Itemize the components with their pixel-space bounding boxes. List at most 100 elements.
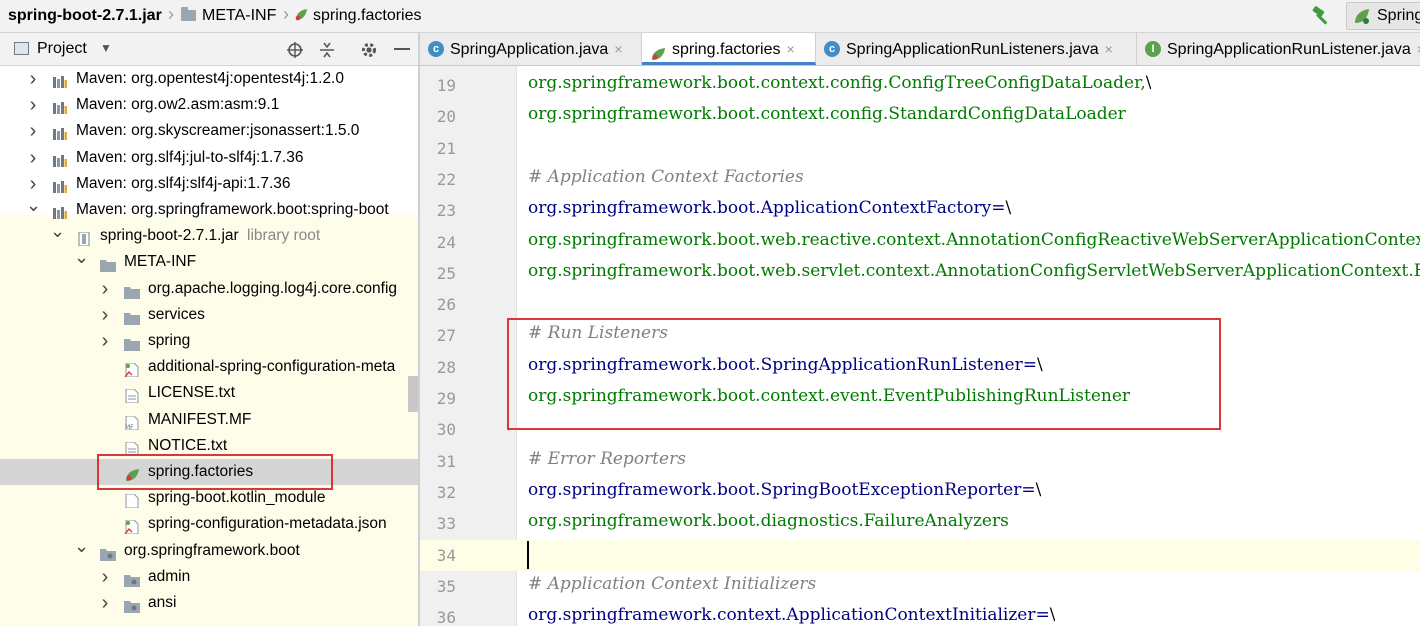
package-icon [124,570,140,587]
locate-target-icon[interactable] [286,41,304,59]
tree-item[interactable]: › Maven: org.opentest4j:opentest4j:1.2.0 [0,66,418,92]
property-value: org.springframework.boot.diagnostics.Fai… [528,511,1009,531]
tree-item[interactable]: › org.apache.logging.log4j.core.config [0,276,418,302]
editor-tab[interactable]: c SpringApplicationRunListeners.java × [816,33,1137,65]
class-icon: c [428,41,444,57]
package-icon [124,596,140,613]
jar-icon [76,229,92,247]
interface-icon: I [1145,41,1161,57]
tree-item[interactable]: ⌄ META-INF [0,247,418,275]
code-text: org.springframework.boot.web.reactive.co… [528,229,1420,250]
project-tree: › Maven: org.opentest4j:opentest4j:1.2.0 ›… [0,66,418,626]
tree-item[interactable]: › admin [0,564,418,590]
line-number: 32 [436,482,456,502]
property-value: org.springframework.boot.context.config.… [528,104,1126,124]
line-number: 24 [436,232,456,252]
tree-item-label: org.apache.logging.log4j.core.config [148,279,398,297]
tree-item[interactable]: › Maven: org.skyscreamer:jsonassert:1.5.0 [0,118,418,144]
build-hammer-icon[interactable] [1310,4,1334,28]
editor-tab[interactable]: ISpringApplicationRunListener.java× [1137,33,1420,65]
tree-item[interactable]: › Maven: org.slf4j:slf4j-api:1.7.36 [0,171,418,197]
breadcrumb-separator: › [168,4,174,24]
chevron-right-icon[interactable]: › [98,590,112,616]
chevron-right-icon[interactable]: › [98,564,112,590]
manifest-file-icon: MF [124,413,140,431]
editor-tab[interactable]: c SpringApplication.java × [420,33,642,65]
tree-item-label: spring-configuration-metadata.json [148,515,387,533]
code-text: # Error Reporters [528,448,686,469]
chevron-right-icon[interactable]: › [26,118,40,144]
tree-item-label: additional-spring-configuration-meta [148,358,396,376]
chevron-down-icon[interactable]: ⌄ [50,218,65,244]
close-icon[interactable]: × [614,41,622,57]
gear-icon[interactable] [360,41,378,59]
chevron-right-icon[interactable]: › [98,328,112,354]
chevron-down-icon[interactable]: ⌄ [26,192,41,218]
tree-item[interactable]: ⌄ org.springframework.boot [0,536,418,564]
chevron-right-icon[interactable]: › [98,302,112,328]
tree-item[interactable]: additional-spring-configuration-meta [0,354,418,380]
tree-item[interactable]: › ansi [0,590,418,616]
tree-item[interactable]: MF MANIFEST.MF [0,407,418,433]
editor-tab-label: spring.factories [672,41,781,58]
tree-item[interactable]: LICENSE.txt [0,380,418,406]
tree-item-label: Maven: org.opentest4j:opentest4j:1.2.0 [76,70,344,87]
tree-item[interactable]: › Maven: org.slf4j:jul-to-slf4j:1.7.36 [0,145,418,171]
code-text: # Application Context Initializers [528,573,817,594]
chevron-right-icon[interactable]: › [26,145,40,171]
chevron-right-icon[interactable]: › [26,66,40,92]
project-panel-header: Project ▼ [0,33,418,66]
chevron-right-icon[interactable]: › [98,276,112,302]
tree-item-label: Maven: org.slf4j:jul-to-slf4j:1.7.36 [76,148,304,166]
tree-item[interactable]: › Maven: org.ow2.asm:asm:9.1 [0,92,418,118]
spring-factories-annotation-box [97,454,333,490]
project-panel-title[interactable]: Project [37,40,87,58]
tree-item-label: MANIFEST.MF [148,410,252,428]
tree-item-label: Maven: org.slf4j:slf4j-api:1.7.36 [76,174,291,192]
editor-tab-label: SpringApplication.java [450,41,609,58]
tree-item[interactable]: › services [0,302,418,328]
folder-icon [124,334,140,351]
tree-item-label: spring [148,332,191,349]
tree-item[interactable]: spring-configuration-metadata.json [0,511,418,537]
editor-tab-bar: c SpringApplication.java × spring.factories… [420,33,1420,66]
line-number: 33 [436,514,456,534]
breadcrumb-file[interactable]: spring.factories [294,6,422,26]
tree-item-label: Maven: org.ow2.asm:asm:9.1 [76,96,280,114]
editor-tab-label: SpringApplicationRunListeners.java [846,41,1099,58]
chevron-down-icon[interactable]: ▼ [100,41,112,55]
breadcrumb-file-label: spring.factories [313,7,422,24]
tree-scrollbar[interactable] [408,376,418,412]
line-number: 19 [436,76,456,95]
tree-item[interactable]: › spring [0,328,418,354]
run-configuration-selector[interactable]: Spring [1346,2,1420,30]
collapse-all-icon[interactable] [318,41,336,59]
editor-tab[interactable]: spring.factories × [642,33,816,65]
line-number: 29 [436,389,456,408]
tree-item-label: Maven: org.skyscreamer:jsonassert:1.5.0 [76,122,360,140]
code-text: org.springframework.boot.context.config.… [528,104,1126,125]
tree-item-label: services [148,305,205,323]
breadcrumb-jar[interactable]: spring-boot-2.7.1.jar [8,6,162,26]
property-key: org.springframework.context.ApplicationC… [528,605,1055,625]
breadcrumb-folder[interactable]: META-INF [181,6,276,26]
chevron-down-icon[interactable]: ⌄ [74,533,89,559]
close-icon[interactable]: × [787,41,795,57]
chevron-right-icon[interactable]: › [26,92,40,118]
code-text: org.springframework.boot.diagnostics.Fai… [528,511,1009,532]
property-value: org.springframework.boot.web.reactive.co… [528,230,1420,250]
property-key: org.springframework.boot.ApplicationCont… [528,198,1011,218]
minimize-icon[interactable] [394,48,410,50]
line-continuation: \ [1005,198,1012,219]
folder-icon [181,7,196,21]
chevron-down-icon[interactable]: ⌄ [74,244,89,270]
tree-item[interactable]: ⌄ spring-boot-2.7.1.jar library root [0,221,418,249]
text-file-icon [124,386,140,404]
line-number: 26 [436,295,456,315]
text-caret [527,541,529,569]
file-icon [124,491,140,509]
tree-item-suffix: library root [247,227,321,245]
code-text: org.springframework.boot.context.config.… [528,73,1146,93]
line-number: 30 [436,420,456,440]
close-icon[interactable]: × [1105,41,1113,57]
